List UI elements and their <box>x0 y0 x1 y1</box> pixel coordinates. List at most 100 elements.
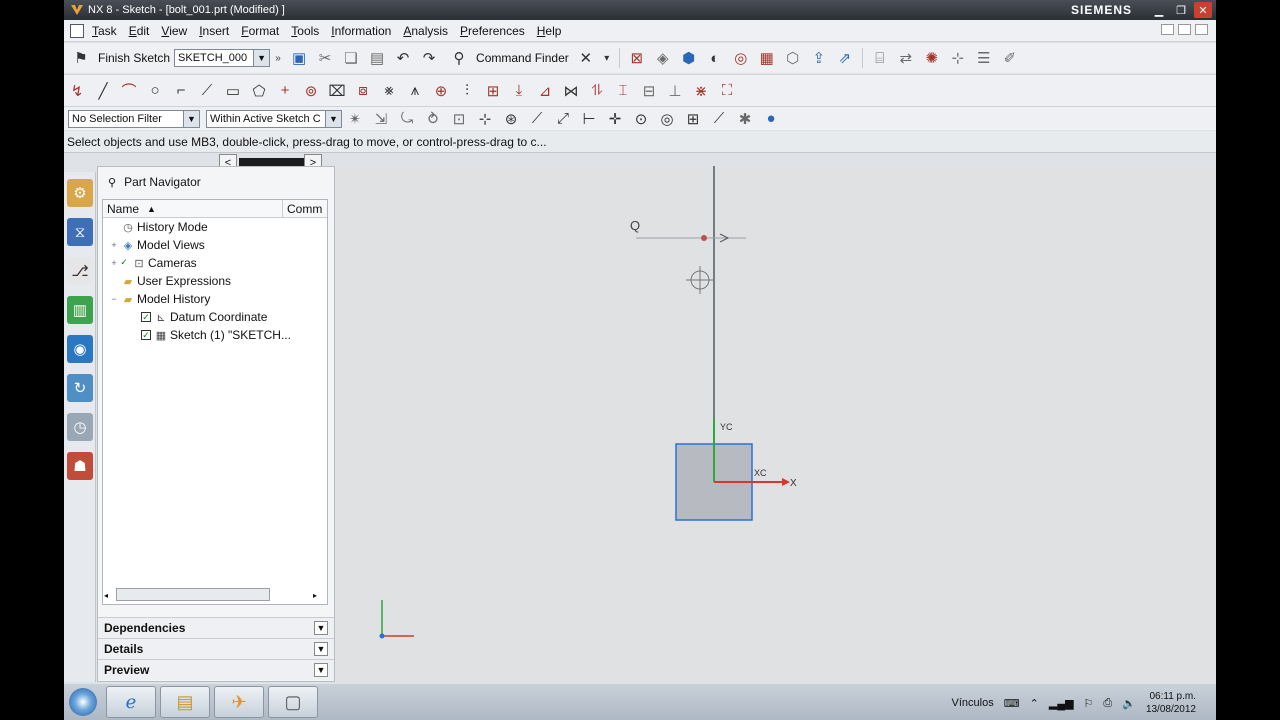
wireframe-icon[interactable]: ⬡ <box>783 48 803 68</box>
menu-information[interactable]: Information <box>325 24 397 38</box>
scroll-right-icon[interactable]: ▸ <box>313 591 317 600</box>
printer-icon[interactable]: ⎙ <box>1103 697 1112 710</box>
rectangle-icon[interactable]: ▭ <box>223 81 243 101</box>
save-icon[interactable]: ▣ <box>289 48 309 68</box>
comment-column-header[interactable]: Comm <box>283 200 322 217</box>
general-select-icon[interactable]: ✴ <box>345 109 365 129</box>
details-section[interactable]: Details ▼ <box>98 638 334 659</box>
visibility-checkbox[interactable]: ✓ <box>119 258 129 268</box>
nx-taskbar-icon[interactable]: ✈ <box>214 686 264 718</box>
tree-expander-icon[interactable]: − <box>109 294 119 304</box>
auto-dimension-icon[interactable]: ⊥ <box>665 81 685 101</box>
snap-options-icon[interactable]: ✱ <box>735 109 755 129</box>
quadrant-point-icon[interactable]: ✛ <box>605 109 625 129</box>
doc-restore-icon[interactable] <box>1178 24 1191 35</box>
arc-icon[interactable]: ⌒ <box>119 81 139 101</box>
sketch-name-select[interactable]: SKETCH_000 ▼ <box>174 49 271 67</box>
overflow-chevron-icon[interactable]: » <box>273 48 283 68</box>
alternate-solution-icon[interactable]: ⥮ <box>587 81 607 101</box>
endpoint-marker[interactable] <box>701 235 707 241</box>
restore-button[interactable]: ❐ <box>1172 2 1190 18</box>
start-button[interactable] <box>64 685 102 719</box>
bounded-grid-icon[interactable]: ⟋ <box>709 109 729 129</box>
tree-item[interactable]: ✓ ⊾ Datum Coordinate <box>103 308 327 326</box>
snap-toggle-icon[interactable]: ⊡ <box>449 109 469 129</box>
assembly-navigator-tab[interactable]: ⚙ <box>67 179 93 207</box>
tree-item[interactable]: + ◈ Model Views <box>103 236 327 254</box>
pattern-curve-icon[interactable]: ⊕ <box>431 81 451 101</box>
pin-icon[interactable]: ⚲ <box>108 176 116 189</box>
internet-explorer-taskbar-icon[interactable]: ℯ <box>106 686 156 718</box>
tool-icon[interactable]: ✐ <box>1000 48 1020 68</box>
section-view-icon[interactable]: ◎ <box>731 48 751 68</box>
history-tab[interactable]: ◷ <box>67 413 93 441</box>
visibility-checkbox[interactable]: ✓ <box>141 312 151 322</box>
intersection-point-icon[interactable]: ⤢ <box>553 109 573 129</box>
menu-edit[interactable]: Edit <box>123 24 156 38</box>
chamfer-icon[interactable]: ⟋ <box>197 81 217 101</box>
snap-view-icon[interactable]: ⇗ <box>835 48 855 68</box>
line-icon[interactable]: ╱ <box>93 81 113 101</box>
close-button[interactable]: ✕ <box>1194 2 1212 18</box>
arc-center-icon[interactable]: ⊢ <box>579 109 599 129</box>
sketch-canvas[interactable]: Q YC XC X <box>336 166 1216 682</box>
tree-item[interactable]: ▰ User Expressions <box>103 272 327 290</box>
shaded-edges-icon[interactable]: ◐ <box>705 48 725 68</box>
fit-view-icon[interactable]: ⊠ <box>627 48 647 68</box>
mirror-curve-icon[interactable]: ⩚ <box>405 81 425 101</box>
reuse-library-tab[interactable]: ▥ <box>67 296 93 324</box>
part-navigator-tab[interactable]: ⎇ <box>67 257 93 285</box>
doc-close-icon[interactable] <box>1195 24 1208 35</box>
finish-sketch-button[interactable]: ⚑ Finish Sketch <box>64 48 174 68</box>
paste-icon[interactable]: ▤ <box>367 48 387 68</box>
keyboard-icon[interactable]: ⌨ <box>1004 697 1020 710</box>
tree-item[interactable]: − ▰ Model History <box>103 290 327 308</box>
menu-tools[interactable]: Tools <box>285 24 325 38</box>
menu-task[interactable]: Task <box>86 24 123 38</box>
polygon-icon[interactable]: ⬠ <box>249 81 269 101</box>
tree-item[interactable]: ✓ ▦ Sketch (1) "SKETCH... <box>103 326 327 344</box>
redo-icon[interactable]: ↷ <box>419 48 439 68</box>
work-layer-icon[interactable]: ⇪ <box>809 48 829 68</box>
graphics-window[interactable]: Q YC XC X <box>336 166 1216 682</box>
existing-point-icon[interactable]: ⊙ <box>631 109 651 129</box>
visibility-checkbox[interactable]: ✓ <box>141 330 151 340</box>
mid-point-icon[interactable]: ⊛ <box>501 109 521 129</box>
scroll-thumb[interactable] <box>116 588 270 601</box>
command-finder-button[interactable]: ⚲ Command Finder <box>442 48 573 68</box>
roles-tab[interactable]: ☗ <box>67 452 93 480</box>
undo-icon[interactable]: ↶ <box>393 48 413 68</box>
menu-view[interactable]: View <box>155 24 193 38</box>
offset-curve-icon[interactable]: ⊚ <box>301 81 321 101</box>
constraint-navigator-tab[interactable]: ⧖ <box>67 218 93 246</box>
dependencies-section[interactable]: Dependencies ▼ <box>98 617 334 638</box>
dropdown-icon[interactable]: ▾ <box>602 48 612 68</box>
delete-icon[interactable]: ✕ <box>576 48 596 68</box>
show-constraints-icon[interactable]: ⋈ <box>561 81 581 101</box>
doc-minimize-icon[interactable] <box>1161 24 1174 35</box>
circle-icon[interactable]: ○ <box>145 81 165 101</box>
part-icon[interactable]: ▦ <box>757 48 777 68</box>
minimize-button[interactable]: ▁ <box>1150 2 1168 18</box>
point-on-curve-icon[interactable]: ◎ <box>657 109 677 129</box>
feature-select-icon[interactable]: ⇲ <box>371 109 391 129</box>
up-arrow-icon[interactable]: ⌃ <box>1030 697 1039 710</box>
profile-icon[interactable]: ↯ <box>67 81 87 101</box>
make-corner-icon[interactable]: ⨳ <box>379 81 399 101</box>
language-indicator[interactable]: Vínculos <box>952 697 994 709</box>
select-inflection-icon[interactable]: ⥁ <box>423 109 443 129</box>
table-icon[interactable]: ☰ <box>974 48 994 68</box>
convert-reference-icon[interactable]: ⛶ <box>717 81 737 101</box>
control-point-icon[interactable]: ⟋ <box>527 109 547 129</box>
quick-extend-icon[interactable]: ⧇ <box>353 81 373 101</box>
project-curve-icon[interactable]: ⤓ <box>509 81 529 101</box>
clock[interactable]: 06:11 p.m. 13/08/2012 <box>1146 690 1196 716</box>
constraints-icon[interactable]: ⊿ <box>535 81 555 101</box>
end-point-icon[interactable]: ⊹ <box>475 109 495 129</box>
highlight-icon[interactable]: ● <box>761 109 781 129</box>
window-taskbar-icon[interactable]: ▢ <box>268 686 318 718</box>
fillet-icon[interactable]: ⌐ <box>171 81 191 101</box>
inferred-constraints-icon[interactable]: ⌶ <box>613 81 633 101</box>
view-orientation-icon[interactable]: ⬢ <box>679 48 699 68</box>
quick-trim-icon[interactable]: ⌧ <box>327 81 347 101</box>
